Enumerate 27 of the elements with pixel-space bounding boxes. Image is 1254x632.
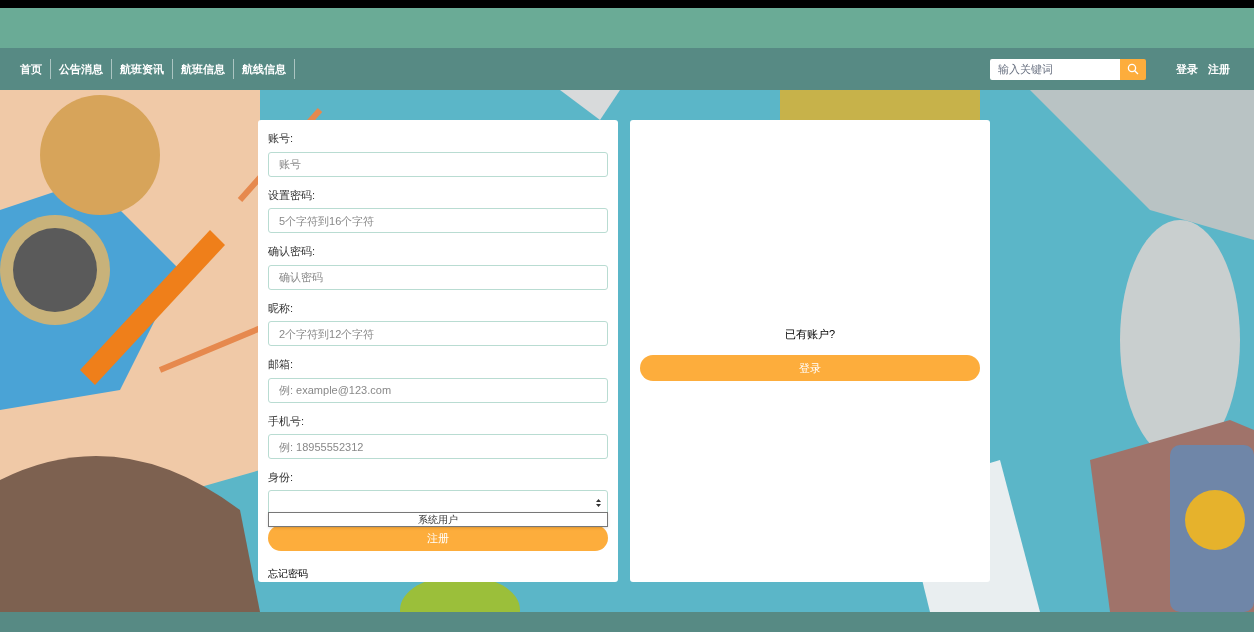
input-field[interactable]: 账号 xyxy=(268,151,608,177)
input-field[interactable]: 5个字符到16个字符 xyxy=(268,208,608,233)
nav-link[interactable]: 首页 xyxy=(12,59,51,79)
input-field[interactable]: 例: 18955552312 xyxy=(268,434,608,459)
auth-link[interactable]: 登录 xyxy=(1176,60,1198,78)
forgot-password-link[interactable]: 忘记密码 xyxy=(268,568,308,580)
nav-link[interactable]: 航班资讯 xyxy=(112,59,173,79)
input-field[interactable]: 确认密码 xyxy=(268,264,608,290)
field-label: 账号: xyxy=(268,132,294,144)
sort-caret-icon xyxy=(596,498,601,507)
search-button[interactable] xyxy=(1120,58,1146,80)
field-label: 身份: xyxy=(268,471,294,483)
nav-link[interactable]: 公告消息 xyxy=(51,59,112,79)
nav-link[interactable]: 航线信息 xyxy=(234,59,295,79)
nav-link[interactable]: 航班信息 xyxy=(173,59,234,79)
field-label: 邮箱: xyxy=(268,358,294,370)
input-field[interactable]: 2个字符到12个字符 xyxy=(268,321,608,346)
field-label: 确认密码: xyxy=(268,245,316,257)
search-icon xyxy=(1127,63,1139,75)
login-prompt: 已有账户? xyxy=(784,328,836,340)
auth-link[interactable]: 注册 xyxy=(1208,60,1230,78)
search-field[interactable]: 输入关键词 xyxy=(990,58,1120,80)
field-label: 手机号: xyxy=(268,414,305,427)
field-label: 设置密码: xyxy=(268,188,316,201)
field-label: 昵称: xyxy=(268,301,294,314)
dropdown-option[interactable]: 系统用户 xyxy=(269,513,607,526)
input-field[interactable]: 例: example@123.com xyxy=(268,377,608,403)
